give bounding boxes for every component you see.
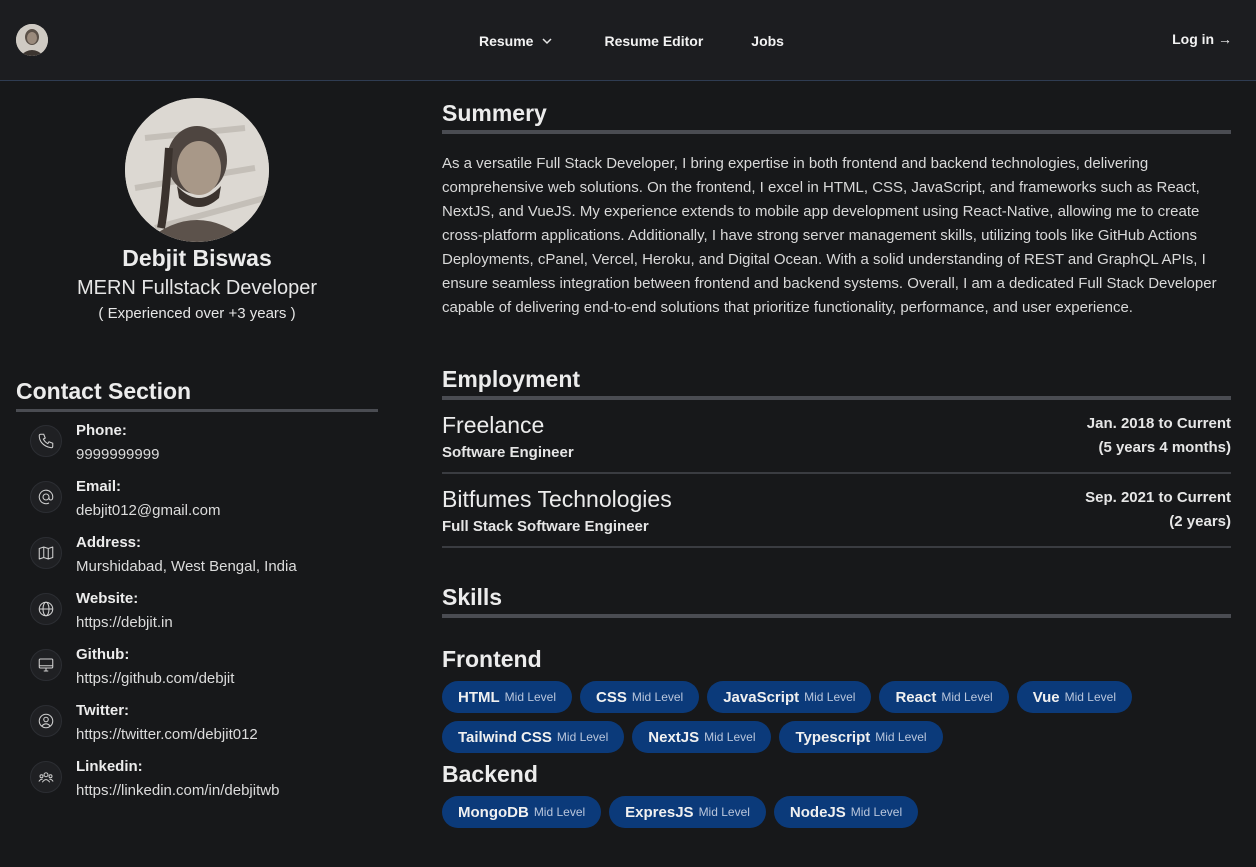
skill-name: Tailwind CSS: [458, 728, 552, 746]
skill-badge[interactable]: Typescript Mid Level: [779, 721, 943, 753]
main-nav: Resume Resume Editor Jobs: [479, 31, 784, 51]
skill-name: Vue: [1032, 688, 1060, 706]
skill-badge[interactable]: React Mid Level: [879, 681, 1009, 713]
resume-main: Summery As a versatile Full Stack Develo…: [442, 100, 1231, 828]
map-icon: [30, 537, 62, 569]
contact-value[interactable]: debjit012@gmail.com: [76, 502, 220, 519]
skill-level: Mid Level: [704, 730, 756, 744]
skill-badges-backend: MongoDB Mid Level ExpresJS Mid Level NodeJ…: [442, 796, 1231, 836]
at-icon: [30, 481, 62, 513]
skill-name: NextJS: [648, 728, 700, 746]
summary-heading: Summery: [442, 100, 1231, 134]
job-date-range: Sep. 2021 to Current: [1085, 489, 1231, 506]
skill-level: Mid Level: [533, 805, 586, 819]
nav-resume-editor[interactable]: Resume Editor: [604, 33, 703, 49]
contact-label: Email:: [76, 478, 122, 495]
contact-value: Murshidabad, West Bengal, India: [76, 558, 297, 575]
skill-badge[interactable]: ExpresJS Mid Level: [609, 796, 766, 828]
skill-group-title: Frontend: [442, 646, 542, 672]
skill-badges-frontend: HTML Mid Level CSS Mid Level JavaScript Mid…: [442, 681, 1231, 761]
skill-level: Mid Level: [941, 690, 993, 704]
contact-label: Website:: [76, 590, 139, 607]
skill-name: NodeJS: [789, 803, 846, 821]
contact-label: Github:: [76, 646, 130, 663]
skill-level: Mid Level: [698, 805, 750, 819]
skill-name: HTML: [458, 688, 500, 706]
job-title: Software Engineer: [442, 444, 574, 461]
skill-name: Typescript: [795, 728, 871, 746]
contact-item-address: Address: Murshidabad, West Bengal, India: [30, 534, 390, 590]
contact-item-twitter: Twitter: https://twitter.com/debjit012: [30, 702, 390, 758]
chevron-down-icon: [542, 38, 552, 45]
contact-label: Linkedin:: [76, 758, 143, 775]
employment-section: Employment Freelance Software Engineer J…: [442, 366, 1231, 548]
skill-level: Mid Level: [875, 730, 927, 744]
profile-name: Debjit Biswas: [122, 245, 272, 271]
nav-jobs[interactable]: Jobs: [751, 33, 784, 49]
contact-label: Twitter:: [76, 702, 130, 719]
skill-level: Mid Level: [556, 730, 609, 744]
user-circle-icon: [30, 705, 62, 737]
job-entry: Bitfumes Technologies Full Stack Softwar…: [442, 474, 1231, 548]
top-navbar: Resume Resume Editor Jobs Log in →: [0, 0, 1256, 81]
skill-badge[interactable]: CSS Mid Level: [580, 681, 700, 713]
desktop-icon: [30, 649, 62, 681]
job-entry: Freelance Software Engineer Jan. 2018 to…: [442, 400, 1231, 474]
nav-resume-label: Resume: [479, 33, 534, 49]
contact-value[interactable]: https://github.com/debjit: [76, 670, 234, 687]
job-duration: (5 years 4 months): [1098, 439, 1231, 456]
job-title: Full Stack Software Engineer: [442, 518, 649, 535]
skill-badge[interactable]: HTML Mid Level: [442, 681, 573, 713]
profile-experience: ( Experienced over +3 years ): [98, 305, 296, 322]
skill-badge[interactable]: MongoDB Mid Level: [442, 796, 602, 828]
contact-item-phone: Phone: 9999999999: [30, 422, 390, 478]
contact-item-github: Github: https://github.com/debjit: [30, 646, 390, 702]
skill-badge[interactable]: NodeJS Mid Level: [773, 796, 919, 828]
users-icon: [30, 761, 62, 793]
contact-list: Phone: 9999999999 Email: debjit012@gmail…: [30, 422, 390, 814]
job-company: Freelance: [442, 412, 545, 438]
contact-item-website: Website: https://debjit.in: [30, 590, 390, 646]
globe-icon: [30, 593, 62, 625]
skill-name: MongoDB: [458, 803, 529, 821]
contact-section-heading: Contact Section: [16, 378, 378, 412]
job-date: Jan. 2018 to Current (5 years 4 months): [1087, 412, 1231, 460]
skill-level: Mid Level: [804, 690, 856, 704]
job-date: Sep. 2021 to Current (2 years): [1085, 486, 1231, 534]
contact-value[interactable]: https://twitter.com/debjit012: [76, 726, 258, 743]
skill-badge[interactable]: JavaScript Mid Level: [707, 681, 872, 713]
skills-heading: Skills: [442, 584, 1231, 618]
skill-level: Mid Level: [504, 690, 557, 704]
skill-level: Mid Level: [631, 690, 684, 704]
skill-badge[interactable]: NextJS Mid Level: [632, 721, 772, 753]
job-date-range: Jan. 2018 to Current: [1086, 415, 1231, 432]
job-duration: (2 years): [1169, 513, 1231, 530]
contact-value[interactable]: 9999999999: [76, 446, 159, 463]
skill-level: Mid Level: [850, 805, 903, 819]
profile-photo: [125, 98, 269, 242]
profile-role: MERN Fullstack Developer: [76, 277, 318, 299]
skill-name: CSS: [596, 688, 627, 706]
phone-icon: [30, 425, 62, 457]
job-company: Bitfumes Technologies: [442, 486, 672, 512]
skill-group-title: Backend: [442, 761, 538, 787]
skill-name: ExpresJS: [625, 803, 694, 821]
contact-value[interactable]: https://debjit.in: [76, 614, 173, 631]
employment-heading: Employment: [442, 366, 1231, 400]
contact-label: Phone:: [76, 422, 127, 439]
skills-section: Skills Frontend HTML Mid Level CSS Mid Lev…: [442, 584, 1231, 836]
user-avatar[interactable]: [16, 24, 48, 56]
login-link[interactable]: Log in →: [1172, 31, 1232, 47]
contact-label: Address:: [76, 534, 142, 551]
summary-text: As a versatile Full Stack Developer, I b…: [442, 155, 1217, 316]
skill-name: React: [895, 688, 937, 706]
skill-badge[interactable]: Vue Mid Level: [1016, 681, 1132, 713]
contact-value[interactable]: https://linkedin.com/in/debjitwb: [76, 782, 279, 799]
skill-badge[interactable]: Tailwind CSS Mid Level: [442, 721, 625, 753]
skill-name: JavaScript: [723, 688, 800, 706]
nav-resume-dropdown[interactable]: Resume: [479, 33, 553, 49]
contact-item-email: Email: debjit012@gmail.com: [30, 478, 390, 534]
skill-level: Mid Level: [1064, 690, 1116, 704]
contact-item-linkedin: Linkedin: https://linkedin.com/in/debjit…: [30, 758, 390, 814]
